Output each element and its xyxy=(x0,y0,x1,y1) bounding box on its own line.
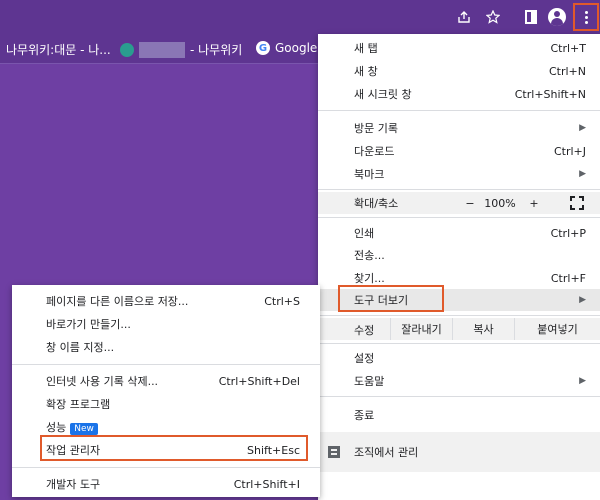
menu-label: 확장 프로그램 xyxy=(46,398,111,411)
chevron-right-icon: ▶ xyxy=(579,123,586,133)
menu-divider xyxy=(318,315,600,316)
menu-divider xyxy=(318,217,600,218)
menu-shortcut: Ctrl+J xyxy=(553,144,586,158)
menu-item-find[interactable]: 찾기... Ctrl+F xyxy=(318,267,600,289)
zoom-in-button[interactable]: + xyxy=(522,197,546,210)
cut-button[interactable]: 잘라내기 xyxy=(390,318,452,340)
side-panel-icon[interactable] xyxy=(519,5,543,29)
menu-label: 창 이름 지정... xyxy=(46,341,115,354)
zoom-out-button[interactable]: − xyxy=(458,197,482,210)
menu-divider xyxy=(12,364,320,365)
menu-item-new-incognito[interactable]: 새 시크릿 창 Ctrl+Shift+N xyxy=(318,83,600,105)
chrome-main-menu: 새 탭 Ctrl+T 새 창 Ctrl+N 새 시크릿 창 Ctrl+Shift… xyxy=(318,34,600,500)
menu-item-history[interactable]: 방문 기록 ▶ xyxy=(318,117,600,139)
kebab-menu-icon[interactable] xyxy=(573,3,599,31)
menu-label: 인터넷 사용 기록 삭제... xyxy=(46,375,159,388)
menu-label: 종료 xyxy=(354,409,375,422)
menu-item-more-tools[interactable]: 도구 더보기 ▶ xyxy=(318,289,600,311)
zoom-row: 확대/축소 − 100% + xyxy=(318,192,600,214)
menu-item-cast[interactable]: 전송... xyxy=(318,244,600,266)
zoom-level: 100% xyxy=(484,196,516,210)
menu-label: 작업 관리자 xyxy=(46,444,101,457)
menu-label: 도구 더보기 xyxy=(354,294,409,307)
paste-button[interactable]: 붙여넣기 xyxy=(514,318,600,340)
menu-divider xyxy=(12,467,320,468)
bookmark-namuwiki-main[interactable]: 나무위키:대문 - 나... xyxy=(6,41,111,58)
chevron-right-icon: ▶ xyxy=(579,376,586,386)
bookmark-label: - 나무위키 xyxy=(190,43,243,57)
menu-item-settings[interactable]: 설정 xyxy=(318,347,600,369)
menu-label: 바로가기 만들기... xyxy=(46,318,131,331)
share-icon[interactable] xyxy=(452,5,476,29)
submenu-item-create-shortcut[interactable]: 바로가기 만들기... xyxy=(12,313,320,335)
menu-item-print[interactable]: 인쇄 Ctrl+P xyxy=(318,222,600,244)
menu-label: 북마크 xyxy=(354,168,385,181)
menu-label-group: 성능 New xyxy=(46,419,98,435)
menu-label: 페이지를 다른 이름으로 저장... xyxy=(46,295,189,308)
submenu-item-save-page[interactable]: 페이지를 다른 이름으로 저장... Ctrl+S xyxy=(12,290,320,312)
menu-shortcut: Ctrl+P xyxy=(550,226,586,240)
menu-label: 설정 xyxy=(354,352,375,365)
menu-shortcut: Ctrl+Shift+N xyxy=(514,87,586,101)
bookmark-namuwiki-page[interactable]: - 나무위키 xyxy=(120,41,242,58)
submenu-item-extensions[interactable]: 확장 프로그램 xyxy=(12,393,320,415)
google-icon: G xyxy=(256,41,270,55)
submenu-item-name-window[interactable]: 창 이름 지정... xyxy=(12,336,320,358)
submenu-item-task-manager[interactable]: 작업 관리자 Shift+Esc xyxy=(12,439,320,461)
bookmark-label: Google xyxy=(275,41,318,55)
managed-by-org-row[interactable]: 조직에서 관리 xyxy=(318,432,600,472)
menu-label: 새 탭 xyxy=(354,42,378,55)
menu-item-new-tab[interactable]: 새 탭 Ctrl+T xyxy=(318,37,600,59)
menu-label: 새 시크릿 창 xyxy=(354,88,412,101)
bookmark-label: 나무위키:대문 - 나... xyxy=(6,43,111,57)
chevron-right-icon: ▶ xyxy=(579,295,586,305)
green-circle-icon xyxy=(120,42,134,57)
submenu-item-developer-tools[interactable]: 개발자 도구 Ctrl+Shift+I xyxy=(12,473,320,495)
menu-shortcut: Shift+Esc xyxy=(247,443,300,457)
more-tools-submenu: 페이지를 다른 이름으로 저장... Ctrl+S 바로가기 만들기... 창 … xyxy=(12,285,320,497)
new-badge: New xyxy=(70,423,98,435)
menu-divider xyxy=(318,110,600,111)
edit-label: 수정 xyxy=(354,324,375,337)
menu-shortcut: Ctrl+Shift+Del xyxy=(218,374,300,388)
menu-item-exit[interactable]: 종료 xyxy=(318,404,600,426)
menu-label: 방문 기록 xyxy=(354,122,398,135)
zoom-label: 확대/축소 xyxy=(354,197,399,210)
menu-label: 성능 xyxy=(46,421,67,434)
menu-label: 인쇄 xyxy=(354,227,375,240)
menu-label: 찾기... xyxy=(354,272,385,285)
menu-divider xyxy=(318,189,600,190)
menu-shortcut: Ctrl+F xyxy=(550,271,586,285)
building-icon xyxy=(328,446,340,458)
menu-label: 다운로드 xyxy=(354,145,395,158)
edit-row: 수정 잘라내기 복사 붙여넣기 xyxy=(318,318,600,340)
menu-item-new-window[interactable]: 새 창 Ctrl+N xyxy=(318,60,600,82)
managed-label: 조직에서 관리 xyxy=(354,446,419,459)
profile-icon[interactable] xyxy=(545,5,569,29)
redacted-text xyxy=(139,41,185,58)
bookmark-google[interactable]: G Google xyxy=(256,41,317,55)
menu-shortcut: Ctrl+T xyxy=(550,41,586,55)
menu-label: 전송... xyxy=(354,249,385,262)
menu-shortcut: Ctrl+S xyxy=(264,294,300,308)
menu-label: 개발자 도구 xyxy=(46,478,101,491)
menu-label: 새 창 xyxy=(354,65,378,78)
menu-shortcut: Ctrl+N xyxy=(548,64,586,78)
copy-button[interactable]: 복사 xyxy=(452,318,514,340)
submenu-item-clear-browsing-data[interactable]: 인터넷 사용 기록 삭제... Ctrl+Shift+Del xyxy=(12,370,320,392)
menu-item-downloads[interactable]: 다운로드 Ctrl+J xyxy=(318,140,600,162)
star-icon[interactable] xyxy=(481,5,505,29)
submenu-item-performance[interactable]: 성능 New xyxy=(12,416,320,438)
chevron-right-icon: ▶ xyxy=(579,169,586,179)
menu-item-bookmarks[interactable]: 북마크 ▶ xyxy=(318,163,600,185)
menu-divider xyxy=(318,343,600,344)
menu-shortcut: Ctrl+Shift+I xyxy=(233,477,300,491)
menu-label: 도움말 xyxy=(354,375,385,388)
fullscreen-icon[interactable] xyxy=(570,196,584,210)
menu-item-help[interactable]: 도움말 ▶ xyxy=(318,370,600,392)
menu-divider xyxy=(318,396,600,397)
browser-toolbar xyxy=(0,0,600,34)
